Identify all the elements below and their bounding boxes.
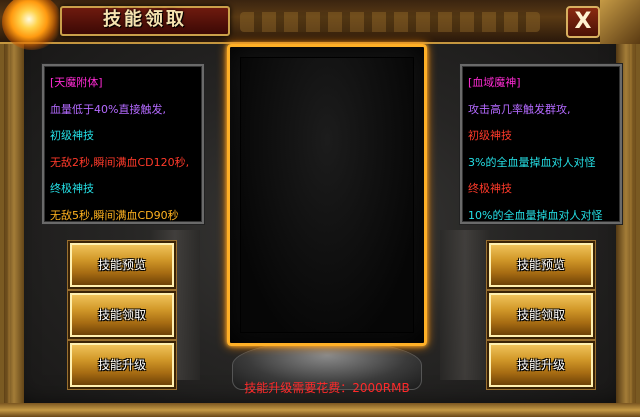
left-skill-upgrade-button[interactable]: 技能升级	[70, 343, 174, 387]
right-skill-preview-button[interactable]: 技能预览	[489, 243, 593, 287]
tier-effect-ultimate: 无敌5秒,瞬间满血CD90秒	[50, 208, 179, 222]
skill-info-panel-right: [血域魔神] 攻击高几率触发群攻, 初级神技 3%的全血量掉血对人对怪 终极神技…	[460, 64, 622, 224]
window-title: 技能领取	[103, 9, 187, 30]
tier-effect-ultimate: 10%的全血量掉血对人对怪	[468, 208, 603, 222]
upgrade-cost-text: 技能升级需要花费：2000RMB	[244, 381, 410, 395]
frame-left-ornament	[4, 40, 24, 410]
left-skill-claim-button[interactable]: 技能领取	[70, 293, 174, 337]
background-pillar-right	[440, 230, 490, 380]
tier-effect-basic: 无敌2秒,瞬间满血CD120秒,	[50, 155, 190, 169]
right-skill-upgrade-button[interactable]: 技能升级	[489, 343, 593, 387]
glowing-orb-icon	[2, 0, 62, 50]
close-button[interactable]: X	[566, 6, 600, 38]
tier-label-ultimate: 终极神技	[50, 182, 94, 195]
skill-trigger: 攻击高几率触发群攻,	[468, 102, 571, 116]
right-skill-claim-button[interactable]: 技能领取	[489, 293, 593, 337]
skill-info-panel-left: [天魔附体] 血量低于40%直接触发, 初级神技 无敌2秒,瞬间满血CD120秒…	[42, 64, 204, 224]
title-bar: 技能领取 X	[0, 0, 640, 50]
tier-effect-basic: 3%的全血量掉血对人对怪	[468, 155, 596, 169]
tier-label-basic: 初级神技	[468, 129, 512, 142]
corner-ornament	[600, 0, 640, 44]
tier-label-ultimate: 终极神技	[468, 182, 512, 195]
frame-bottom-ornament	[0, 403, 640, 417]
tier-label-basic: 初级神技	[50, 129, 94, 142]
skill-preview-display	[240, 57, 414, 333]
left-skill-preview-button[interactable]: 技能预览	[70, 243, 174, 287]
skill-name: [血域魔神]	[468, 76, 521, 89]
skill-trigger: 血量低于40%直接触发,	[50, 102, 166, 116]
skill-preview-frame	[227, 44, 427, 346]
skill-name: [天魔附体]	[50, 76, 103, 89]
title-ornament	[240, 12, 540, 32]
